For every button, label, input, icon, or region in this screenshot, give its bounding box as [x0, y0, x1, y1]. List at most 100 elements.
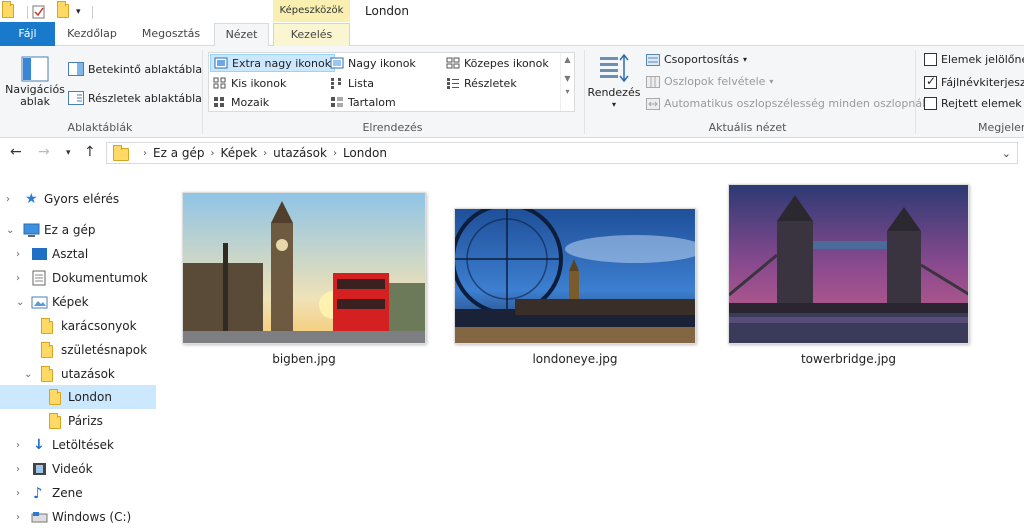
- layout-list[interactable]: Lista: [327, 74, 377, 92]
- sidebar-item-quick-access[interactable]: › ★ Gyors elérés: [0, 187, 156, 211]
- divider: [584, 50, 585, 134]
- tab-view[interactable]: Nézet: [214, 23, 269, 47]
- file-thumbnail[interactable]: [454, 208, 696, 344]
- chevron-down-icon[interactable]: ⌄: [16, 297, 24, 308]
- scroll-up-icon[interactable]: ▲: [561, 55, 574, 64]
- file-item[interactable]: towerbridge.jpg: [728, 184, 969, 366]
- divider: [92, 6, 93, 19]
- new-folder-icon[interactable]: [57, 1, 69, 21]
- hidden-items-checkbox[interactable]: [924, 97, 937, 110]
- navigation-pane: › ★ Gyors elérés ⌄ Ez a gép › Asztal › D…: [0, 180, 156, 532]
- item-checkboxes-checkbox[interactable]: [924, 53, 937, 66]
- scroll-down-icon[interactable]: ▼: [561, 74, 574, 83]
- chevron-right-icon[interactable]: ›: [16, 488, 20, 499]
- sort-by-button[interactable]: Rendezés ▾: [588, 54, 640, 109]
- address-bar[interactable]: › Ez a gép › Képek › utazások › London ⌄: [106, 142, 1018, 164]
- sort-by-icon: [600, 54, 629, 83]
- breadcrumb-item[interactable]: Ez a gép: [153, 146, 204, 160]
- sidebar-item-london[interactable]: London: [0, 385, 156, 409]
- chevron-right-icon[interactable]: ›: [333, 148, 337, 159]
- chevron-right-icon[interactable]: ›: [263, 148, 267, 159]
- back-button[interactable]: ←: [10, 144, 22, 160]
- sidebar-item-desktop[interactable]: › Asztal: [0, 242, 156, 266]
- chevron-right-icon[interactable]: ›: [210, 148, 214, 159]
- sidebar-item-label: Zene: [52, 486, 83, 500]
- sidebar-item-label: Videók: [52, 462, 93, 476]
- breadcrumb-item[interactable]: London: [343, 146, 387, 160]
- hidden-items-option[interactable]: Rejtett elemek: [924, 97, 1022, 110]
- chevron-right-icon[interactable]: ›: [16, 512, 20, 523]
- sidebar-item-downloads[interactable]: › ↓ Letöltések: [0, 433, 156, 457]
- sidebar-item-travels[interactable]: ⌄ utazások: [0, 362, 156, 386]
- chevron-right-icon[interactable]: ›: [16, 273, 20, 284]
- file-item[interactable]: londoneye.jpg: [454, 208, 696, 366]
- chevron-down-icon[interactable]: ⌄: [6, 225, 14, 236]
- properties-icon[interactable]: [32, 4, 46, 22]
- sidebar-item-documents[interactable]: › Dokumentumok: [0, 266, 156, 290]
- picture-tools-context-label: Képeszközök: [273, 0, 350, 22]
- layout-tiles[interactable]: Mozaik: [210, 93, 272, 111]
- file-name: bigben.jpg: [272, 352, 336, 366]
- chevron-right-icon[interactable]: ›: [16, 249, 20, 260]
- layout-medium-icons[interactable]: Közepes ikonok: [443, 54, 552, 72]
- sidebar-item-windows-drive[interactable]: › Windows (C:): [0, 505, 156, 529]
- folder-icon: [49, 389, 61, 405]
- tab-home[interactable]: Kezdőlap: [57, 23, 127, 46]
- navigation-pane-button[interactable]: Navigációs ablak: [5, 56, 65, 108]
- sidebar-item-music[interactable]: › ♪ Zene: [0, 481, 156, 505]
- details-pane-button[interactable]: Részletek ablaktábla: [68, 91, 202, 105]
- expand-gallery-icon[interactable]: ▾: [561, 87, 574, 96]
- chevron-down-icon[interactable]: ⌄: [24, 369, 32, 380]
- layout-large-icons[interactable]: Nagy ikonok: [327, 54, 419, 72]
- sidebar-item-pictures[interactable]: ⌄ Képek: [0, 290, 156, 314]
- file-thumbnail[interactable]: [182, 192, 426, 344]
- file-extensions-checkbox[interactable]: [924, 74, 937, 89]
- sidebar-item-this-pc[interactable]: ⌄ Ez a gép: [0, 218, 156, 242]
- tab-share[interactable]: Megosztás: [133, 23, 209, 46]
- size-all-columns-button[interactable]: Automatikus oszlopszélesség minden oszlo…: [646, 97, 925, 110]
- file-thumbnail[interactable]: [728, 184, 969, 344]
- details-pane-icon: [68, 91, 84, 105]
- documents-icon: [32, 270, 46, 286]
- address-dropdown-icon[interactable]: ⌄: [1002, 147, 1011, 160]
- drive-icon: [31, 512, 48, 523]
- window-title: London: [365, 4, 409, 18]
- chevron-right-icon[interactable]: ›: [143, 148, 147, 159]
- chevron-right-icon[interactable]: ›: [16, 464, 20, 475]
- tab-manage[interactable]: Kezelés: [273, 23, 350, 46]
- layout-label: Extra nagy ikonok: [232, 56, 332, 70]
- file-extensions-option[interactable]: Fájlnévkiterjeszt: [924, 74, 1024, 89]
- chevron-right-icon[interactable]: ›: [6, 194, 10, 205]
- layout-extra-large-icons[interactable]: Extra nagy ikonok: [210, 54, 336, 72]
- details-icon: [447, 78, 459, 89]
- layout-small-icons[interactable]: Kis ikonok: [210, 74, 289, 92]
- extra-large-icons-icon: [214, 57, 228, 69]
- file-item[interactable]: bigben.jpg: [182, 192, 426, 366]
- item-checkboxes-option[interactable]: Elemek jelölőné: [924, 53, 1024, 66]
- sidebar-item-label: Dokumentumok: [52, 271, 148, 285]
- layout-details[interactable]: Részletek: [443, 74, 520, 92]
- group-by-button[interactable]: Csoportosítás ▾: [646, 53, 747, 66]
- tab-file[interactable]: Fájl: [0, 22, 55, 46]
- customize-quick-access-icon[interactable]: ▾: [76, 7, 81, 17]
- breadcrumb-item[interactable]: Képek: [220, 146, 257, 160]
- layout-content[interactable]: Tartalom: [327, 93, 399, 111]
- forward-button[interactable]: →: [38, 144, 50, 160]
- star-icon: ★: [25, 191, 38, 207]
- up-button[interactable]: ↑: [84, 144, 96, 160]
- layout-gallery-scroll[interactable]: ▲ ▼ ▾: [560, 53, 574, 111]
- tiles-icon: [214, 97, 224, 107]
- folder-icon[interactable]: [2, 1, 14, 21]
- add-columns-button[interactable]: Oszlopok felvétele ▾: [646, 75, 773, 88]
- sidebar-item-videos[interactable]: › Videók: [0, 457, 156, 481]
- folder-icon: [41, 366, 53, 382]
- sidebar-item-paris[interactable]: Párizs: [0, 409, 156, 433]
- sidebar-item-christmas[interactable]: karácsonyok: [0, 314, 156, 338]
- recent-locations-icon[interactable]: ▾: [66, 148, 71, 158]
- sidebar-item-label: Gyors elérés: [44, 192, 120, 206]
- preview-pane-button[interactable]: Betekintő ablaktábla: [68, 62, 202, 76]
- sidebar-item-birthdays[interactable]: születésnapok: [0, 338, 156, 362]
- breadcrumb-item[interactable]: utazások: [273, 146, 327, 160]
- chevron-right-icon[interactable]: ›: [16, 440, 20, 451]
- ribbon: Navigációs ablak Betekintő ablaktábla Ré…: [0, 46, 1024, 138]
